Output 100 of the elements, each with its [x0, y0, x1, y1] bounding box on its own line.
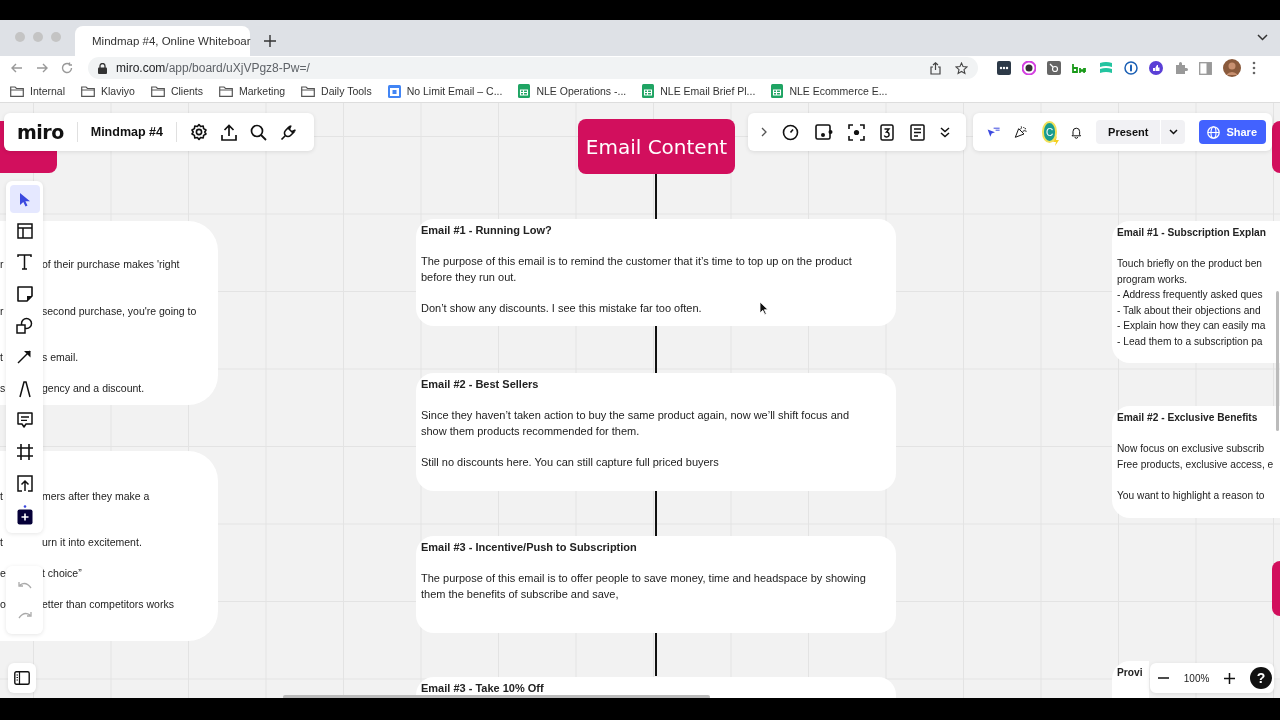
card-text: t choice” — [42, 566, 82, 581]
layout-icon — [16, 222, 33, 239]
email-card[interactable]: Email #3 - Incentive/Push to Subscription The purpose of this email is to offer people to save money, time and headspace by showing them the benefits of subscribe and save, — [416, 536, 896, 633]
caret-icon — [1168, 129, 1178, 135]
extension-icon[interactable] — [1124, 61, 1138, 75]
folder-icon — [10, 85, 24, 97]
pointer-icon — [18, 191, 31, 207]
bookmark[interactable]: NLE Email Brief Pl... — [642, 84, 756, 98]
scrollbar[interactable] — [283, 695, 710, 698]
card-text: r — [0, 257, 4, 272]
card-text: You want to highlight a reason to — [1117, 488, 1265, 503]
upload-icon — [16, 474, 33, 492]
globe-icon — [1207, 125, 1221, 139]
folder-icon — [219, 85, 233, 97]
frame-icon — [16, 443, 33, 460]
present-button[interactable]: Present — [1096, 120, 1161, 144]
card-title: Email #3 - Take 10% Off — [421, 681, 544, 696]
card-text: The purpose of this email is to offer people to save money, time and headspace by showing them the benefits of subscribe and save, — [421, 571, 866, 602]
add-icon — [16, 504, 33, 525]
card-text: o — [0, 597, 6, 612]
back-icon[interactable] — [11, 62, 23, 74]
extension-icon[interactable] — [1047, 61, 1061, 75]
timer-icon[interactable] — [782, 123, 800, 141]
confetti-icon[interactable] — [1014, 123, 1028, 141]
bookmark[interactable]: No Limit Email – C... — [387, 84, 503, 98]
email-card[interactable]: Provi — [1112, 661, 1149, 698]
card-title: Email #2 - Exclusive Benefits — [1117, 411, 1258, 425]
share-button[interactable]: Share — [1199, 120, 1266, 144]
card-text: t — [0, 350, 3, 365]
card-text: Touch briefly on the product ben program works. - Address frequently asked ques - Talk about their objections and - Explain how they can easily ma - Lead them to a subscription pa — [1117, 257, 1266, 349]
extension-icon[interactable] — [997, 61, 1011, 75]
focus-icon[interactable] — [848, 123, 865, 141]
redo-icon — [17, 611, 32, 619]
logo[interactable]: miro — [17, 121, 64, 143]
help-button[interactable]: ? — [1249, 667, 1272, 689]
bookmark[interactable]: Klaviyo — [81, 85, 135, 97]
card-text: gency and a discount. — [42, 381, 145, 396]
email-card[interactable] — [416, 373, 896, 491]
bookmark[interactable]: Clients — [150, 85, 203, 97]
card-title: Email #2 - Best Sellers — [421, 377, 539, 392]
email-card[interactable]: Email #2 - Exclusive Benefits Now focus on exclusive subscrib Free products, exclusive access, e You want to highlight a reason to — [1112, 406, 1280, 518]
browser-tab[interactable]: Mindmap #4, Online Whiteboar — [75, 26, 250, 56]
notes-icon[interactable] — [909, 123, 925, 141]
upload-icon[interactable] — [221, 123, 237, 141]
profile-avatar[interactable] — [1223, 59, 1241, 77]
card-text: Now focus on exclusive subscrib Free products, exclusive access, e — [1117, 442, 1274, 472]
card-text: mers after they make a — [42, 489, 150, 504]
board-canvas[interactable] — [0, 103, 1280, 698]
double-chevron-icon[interactable] — [939, 126, 950, 138]
bookmark[interactable]: NLE Operations -... — [518, 84, 627, 98]
card-text: e — [0, 566, 6, 581]
star-icon[interactable] — [955, 61, 968, 75]
scrollbar[interactable] — [1276, 291, 1279, 431]
zoom-in-icon[interactable] — [1224, 672, 1236, 684]
card-text: etter than competitors works — [42, 597, 174, 612]
card-icon[interactable] — [814, 124, 833, 140]
extension-icon[interactable] — [1022, 61, 1036, 75]
text-icon — [17, 254, 32, 271]
central-topic-node: Email Content — [578, 119, 735, 174]
spreadsheet-icon — [642, 84, 655, 98]
plug-icon[interactable] — [280, 123, 297, 141]
voting-icon[interactable] — [880, 123, 895, 141]
sticky-note-icon — [16, 285, 33, 302]
board-title[interactable]: Mindmap #4 — [90, 125, 163, 139]
spreadsheet-icon — [771, 84, 784, 98]
present-menu-button[interactable] — [1161, 120, 1186, 144]
share-icon[interactable] — [930, 61, 941, 75]
zoom-level[interactable]: 100% — [1183, 672, 1210, 684]
card-text: The purpose of this email is to remind the customer that it’s time to top up on the product before they run out. — [421, 254, 852, 285]
card-text: r — [0, 304, 4, 319]
email-card[interactable]: Email #1 - Running Low? The purpose of this email is to remind the customer that it’s time to top up on the product before they run out. Don’t show any discounts. I see this mistake far too often. — [416, 219, 896, 326]
forward-icon[interactable] — [36, 62, 48, 74]
card-text: Since they haven’t taken action to buy the same product again, now we’ll shift focus and show them products recommended for them. — [421, 408, 850, 439]
card-text: s — [0, 381, 6, 396]
search-icon[interactable] — [250, 123, 267, 141]
bookmark[interactable]: NLE Ecommerce E... — [771, 84, 888, 98]
extension-icon[interactable] — [1149, 61, 1163, 75]
panel-toggle-button[interactable] — [8, 663, 36, 693]
email-card[interactable] — [1112, 221, 1280, 363]
card-text: t — [0, 489, 3, 504]
pen-icon — [17, 379, 32, 398]
calendar-icon — [387, 84, 401, 98]
address-bar[interactable]: miro.com/app/board/uXjVPgz8-Pw=/ — [88, 57, 978, 79]
card-title: Email #3 - Incentive/Push to Subscription — [421, 540, 637, 555]
bookmark[interactable]: Marketing — [219, 85, 286, 97]
settings-icon[interactable] — [190, 123, 208, 141]
bookmark[interactable]: Daily Tools — [301, 85, 372, 97]
card-text: s email. — [42, 350, 79, 365]
more-icon[interactable] — [1252, 61, 1256, 75]
new-tab-icon[interactable] — [264, 35, 276, 47]
card-text: Still no discounts here. You can still capture full priced buyers — [421, 454, 719, 470]
side-panel-icon[interactable] — [1199, 61, 1212, 75]
chevron-right-icon[interactable] — [761, 127, 767, 137]
tool-button[interactable] — [9, 185, 40, 213]
reload-icon[interactable] — [61, 62, 73, 74]
bookmark[interactable]: Internal — [10, 85, 66, 97]
puzzle-icon[interactable] — [1174, 61, 1188, 75]
sidebar-icon — [14, 671, 30, 685]
comment-icon — [16, 412, 33, 429]
chevron-down-icon[interactable] — [1257, 34, 1268, 41]
